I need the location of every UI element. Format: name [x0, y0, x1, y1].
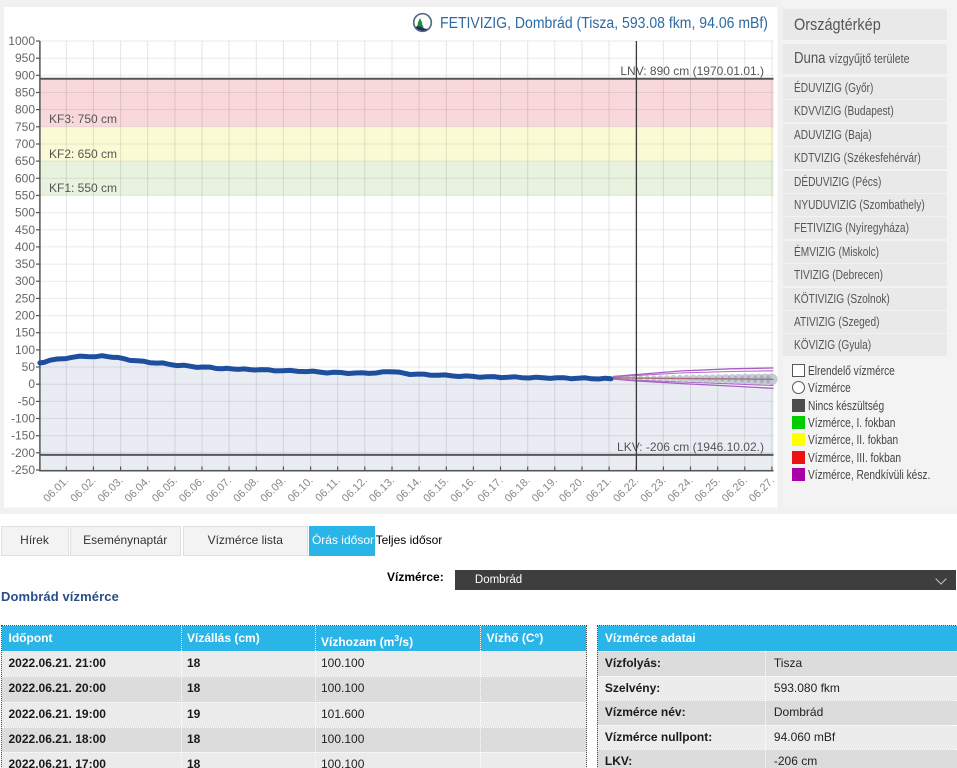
svg-text:KF3: 750 cm: KF3: 750 cm — [49, 112, 117, 126]
svg-text:400: 400 — [15, 240, 35, 254]
svg-text:FETIVIZIG, Dombrád (Tisza, 593: FETIVIZIG, Dombrád (Tisza, 593.08 fkm, 9… — [440, 15, 768, 32]
svg-text:900: 900 — [15, 68, 35, 82]
svg-text:450: 450 — [15, 223, 35, 237]
svg-text:350: 350 — [15, 257, 35, 271]
svg-text:KF2: 650 cm: KF2: 650 cm — [49, 147, 117, 161]
svg-text:500: 500 — [15, 206, 35, 220]
svg-text:200: 200 — [15, 309, 35, 323]
svg-text:950: 950 — [15, 51, 35, 65]
svg-text:KF1: 550 cm: KF1: 550 cm — [49, 181, 117, 195]
svg-text:0: 0 — [28, 377, 35, 391]
svg-text:LKV: -206 cm (1946.10.02.): LKV: -206 cm (1946.10.02.) — [617, 440, 764, 454]
svg-text:1000: 1000 — [8, 34, 35, 48]
svg-text:-100: -100 — [11, 412, 35, 426]
svg-text:550: 550 — [15, 188, 35, 202]
svg-text:650: 650 — [15, 154, 35, 168]
svg-text:-250: -250 — [11, 463, 35, 477]
svg-text:LNV: 890 cm (1970.01.01.): LNV: 890 cm (1970.01.01.) — [620, 64, 764, 78]
svg-text:100: 100 — [15, 343, 35, 357]
svg-text:250: 250 — [15, 291, 35, 305]
svg-text:150: 150 — [15, 326, 35, 340]
svg-text:600: 600 — [15, 171, 35, 185]
svg-text:-200: -200 — [11, 446, 35, 460]
svg-text:700: 700 — [15, 137, 35, 151]
svg-text:-50: -50 — [18, 394, 36, 408]
svg-text:800: 800 — [15, 103, 35, 117]
svg-text:-150: -150 — [11, 429, 35, 443]
svg-text:50: 50 — [22, 360, 36, 374]
svg-text:850: 850 — [15, 86, 35, 100]
svg-text:750: 750 — [15, 120, 35, 134]
svg-text:300: 300 — [15, 274, 35, 288]
